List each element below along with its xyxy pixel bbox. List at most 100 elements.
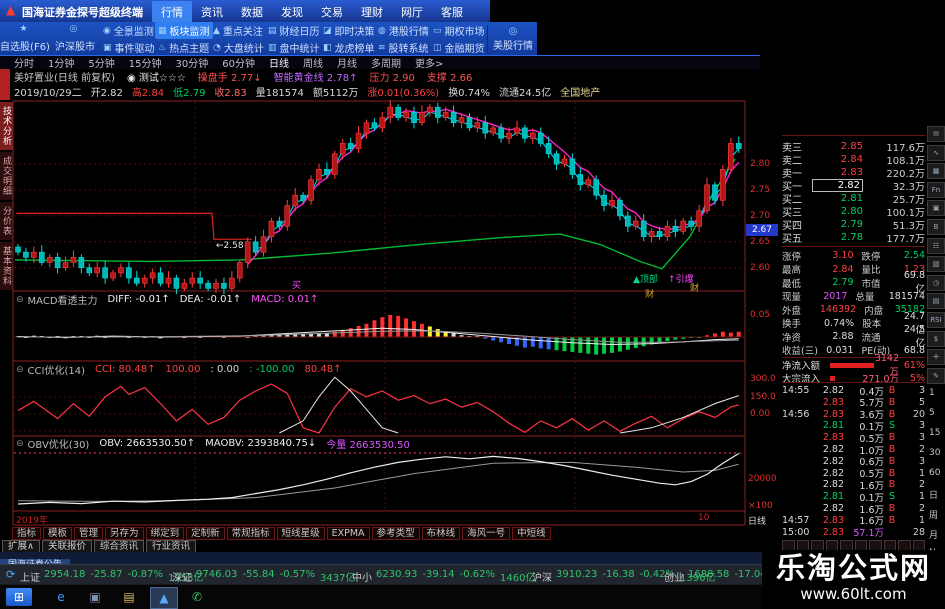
- price-axis-label: 2.75: [750, 185, 771, 195]
- candle-body: [308, 179, 314, 201]
- chat-app-icon[interactable]: ✆: [184, 587, 210, 607]
- strip-period-周[interactable]: 周: [929, 508, 938, 521]
- strip-tool-icon-▤[interactable]: ▤: [927, 293, 945, 310]
- transaction-price: 2.82: [822, 479, 844, 491]
- transaction-price: 2.82: [822, 503, 844, 514]
- quote-volume: 177.7万: [886, 234, 925, 245]
- stat-value: 181574: [888, 290, 925, 302]
- candle-body: [735, 143, 742, 149]
- signal-label: 财: [690, 284, 700, 294]
- indicator-tab-模板[interactable]: 模板: [43, 527, 73, 540]
- strip-tool-icon-▣[interactable]: ▣: [927, 200, 945, 217]
- indicator-tab-中短线[interactable]: 中短线: [512, 527, 551, 540]
- candle-body: [727, 143, 734, 170]
- stat-label: 现量: [782, 292, 802, 303]
- indicator-tab-绑定到[interactable]: 绑定到: [145, 527, 185, 540]
- indicator-tab-布林线[interactable]: 布林线: [421, 527, 461, 540]
- indicator-tab-参考类型[interactable]: 参考类型: [371, 527, 420, 540]
- notice-bar[interactable]: 国海证券公告: [0, 552, 762, 571]
- candle-body: [632, 220, 639, 227]
- strip-tool-icon-B[interactable]: B: [927, 219, 945, 235]
- candle-body: [585, 179, 592, 186]
- strip-period-60[interactable]: 60: [929, 468, 940, 478]
- candle-body: [260, 236, 267, 253]
- candle-body: [157, 272, 164, 284]
- candle-body: [141, 277, 148, 284]
- macd-bar: [451, 333, 456, 337]
- candle-body: [569, 158, 576, 175]
- strip-tool-icon-◷[interactable]: ◷: [927, 274, 945, 291]
- transaction-price: 2.83: [822, 396, 844, 408]
- strip-tool-icon-☷[interactable]: ☷: [927, 237, 945, 254]
- indicator-tab-管理[interactable]: 管理: [74, 527, 104, 540]
- strip-tool-icon-Fn[interactable]: Fn: [927, 181, 945, 198]
- stat-row: 收益(三) 0.031 PE(动) 68.8: [782, 344, 925, 358]
- maobv-line: [17, 461, 739, 502]
- strip-tool-icon-RSI[interactable]: RSI: [927, 312, 945, 328]
- cci-header-collapse-icon[interactable]: ⊖: [16, 365, 24, 375]
- quote-price: 2.84: [840, 154, 863, 165]
- transaction-side: B: [888, 455, 896, 467]
- indicator-tab-常规指标[interactable]: 常规指标: [226, 527, 275, 540]
- candle-body: [712, 184, 718, 201]
- signal-label: 财: [645, 290, 655, 300]
- candle-body: [149, 272, 156, 279]
- folder-icon[interactable]: ▤: [116, 587, 142, 607]
- bid-row[interactable]: 买五 2.78 177.7万: [782, 231, 925, 245]
- macd-bar: [404, 318, 409, 337]
- indicator-tab-EXPMA[interactable]: EXPMA: [326, 527, 370, 540]
- current-price-tag: 2.67: [746, 224, 778, 236]
- flow-label: 净流入额: [782, 361, 821, 372]
- refresh-icon[interactable]: ⟳: [6, 568, 15, 581]
- strip-period-30[interactable]: 30: [929, 448, 940, 458]
- index-中小[interactable]: 中小 6230.93 -39.14 -0.62% 1460亿: [352, 569, 540, 584]
- strip-tool-icon-$[interactable]: $: [927, 330, 945, 347]
- transaction-side: S: [888, 491, 896, 503]
- macd-bar: [720, 331, 725, 337]
- status-bar: ⟳ 上证 2954.18 -25.87 -0.87% 1953亿 深证 9746.03-…: [0, 564, 847, 585]
- indicator-tab-短线星级[interactable]: 短线星级: [276, 527, 325, 540]
- transaction-price: 2.82: [822, 444, 844, 455]
- browser-icon[interactable]: e: [48, 587, 74, 607]
- indicator-tab-bar: 指标 模板 管理 另存为 绑定到 定制新 常规指标 短线星级 EXPMA 参考类型 布林线 海风一号中…: [12, 527, 551, 540]
- strip-tool-icon-✎[interactable]: ✎: [927, 367, 945, 384]
- candle-body: [23, 251, 29, 258]
- indicator-tab-定制新[interactable]: 定制新: [186, 527, 225, 540]
- stat-label: 涨停: [782, 251, 802, 263]
- strip-period-月[interactable]: 月: [929, 528, 938, 541]
- stat-value: 0.031: [826, 344, 854, 356]
- indicator-tab-海风一号[interactable]: 海风一号: [462, 527, 511, 540]
- macd-header-collapse-icon[interactable]: ⊖: [16, 295, 24, 305]
- obv-header-collapse-icon[interactable]: ⊖: [16, 439, 24, 449]
- obv-axis-label: ×100: [748, 501, 773, 511]
- candle-body: [46, 257, 53, 263]
- quote-separator: [782, 246, 925, 247]
- transaction-count: 2: [918, 444, 925, 455]
- strip-period-日[interactable]: 日: [929, 488, 938, 501]
- stat-label: 换手: [782, 319, 802, 330]
- strip-tool-icon-▧[interactable]: ▧: [927, 256, 945, 273]
- strip-period-15[interactable]: 15: [929, 428, 940, 438]
- stat-value: 2.79: [832, 277, 854, 288]
- strip-period-1[interactable]: 1: [929, 388, 935, 398]
- candle-body: [522, 127, 528, 139]
- candle-body: [300, 194, 306, 201]
- candle-body: [316, 169, 322, 180]
- indicator-tab-指标[interactable]: 指标: [12, 527, 42, 540]
- strip-tool-icon-✛[interactable]: ✛: [927, 349, 945, 366]
- strip-tool-icon-▦[interactable]: ▦: [927, 163, 945, 180]
- strip-tool-icon-∿[interactable]: ∿: [927, 144, 945, 161]
- app-window-icon[interactable]: ▣: [82, 587, 108, 607]
- indicator-tab-另存为[interactable]: 另存为: [105, 527, 144, 540]
- obv-header-text: 今量 2663530.50: [326, 440, 410, 451]
- terminal-app-icon[interactable]: ▲: [150, 587, 178, 609]
- index-深证[interactable]: 深证 9746.03 -55.84 -0.57% 3437亿: [172, 569, 360, 584]
- strip-tool-icon-✉[interactable]: ✉: [927, 126, 945, 142]
- macd-bar: [356, 326, 361, 337]
- start-button[interactable]: ⊞: [6, 588, 32, 606]
- strip-period-5[interactable]: 5: [929, 408, 935, 418]
- signal-label: 买: [292, 281, 302, 291]
- candle-body: [31, 251, 37, 258]
- candle-body: [324, 169, 330, 175]
- flow-pct: 61%: [903, 359, 925, 371]
